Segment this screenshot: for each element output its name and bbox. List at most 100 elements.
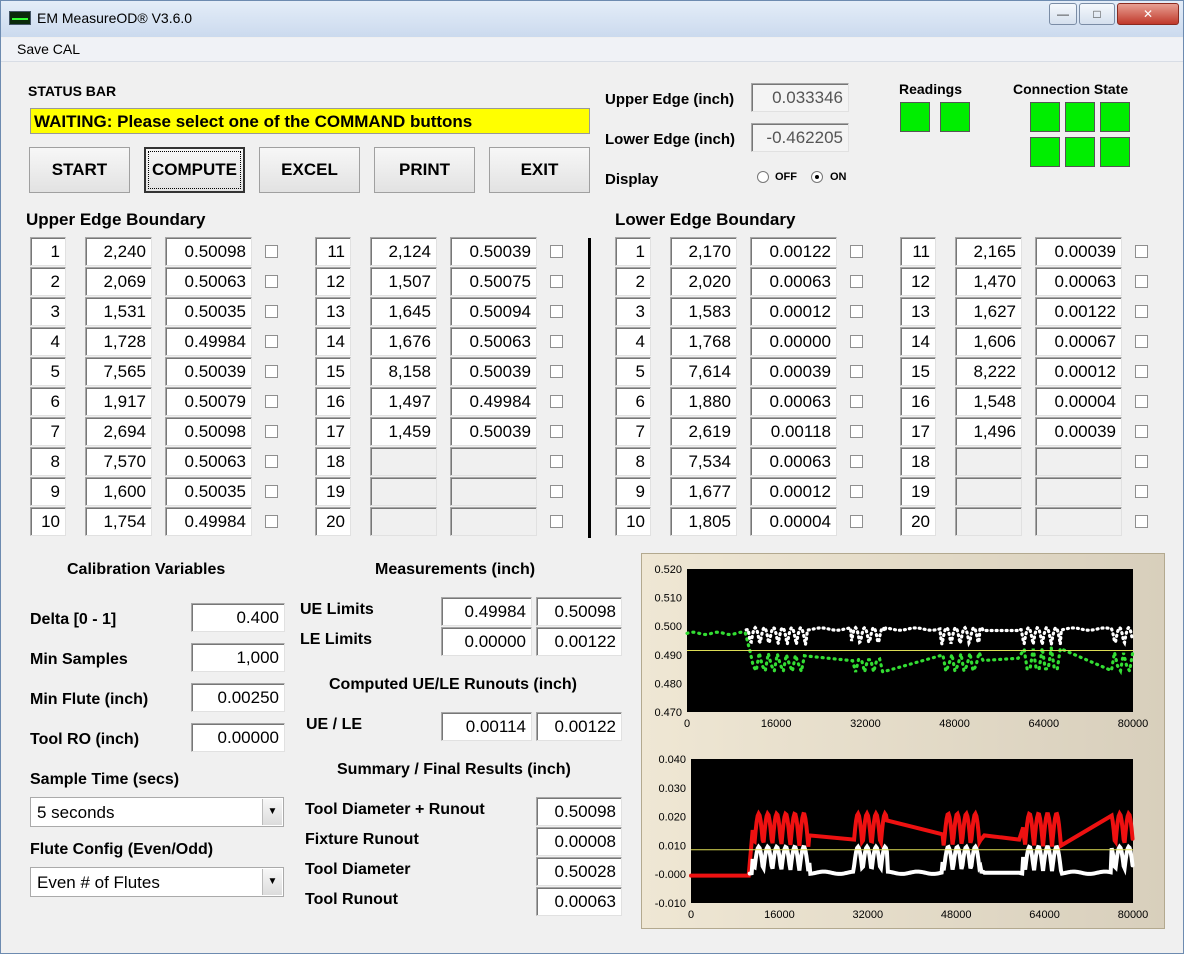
- lower-boundary-row-checkbox[interactable]: [850, 395, 863, 408]
- lower-boundary-row-checkbox[interactable]: [1135, 485, 1148, 498]
- lower-boundary-row-checkbox[interactable]: [1135, 395, 1148, 408]
- upper-boundary-row-checkbox[interactable]: [550, 275, 563, 288]
- lower-boundary-index-cell: 3: [615, 297, 651, 326]
- upper-boundary-row-checkbox[interactable]: [265, 245, 278, 258]
- flute-config-value: Even # of Flutes: [37, 873, 160, 892]
- lower-boundary-row-checkbox[interactable]: [850, 485, 863, 498]
- lower-boundary-index-cell: 17: [900, 417, 936, 446]
- compute-button[interactable]: COMPUTE: [144, 147, 245, 193]
- lower-boundary-row-checkbox[interactable]: [850, 365, 863, 378]
- upper-boundary-row-checkbox[interactable]: [550, 485, 563, 498]
- flute-config-select[interactable]: Even # of Flutes ▼: [30, 867, 284, 897]
- y-tick-label: 0.480: [654, 678, 682, 690]
- lower-boundary-row-checkbox[interactable]: [850, 515, 863, 528]
- lower-boundary-value-cell: 0.00039: [750, 357, 837, 386]
- exit-button[interactable]: EXIT: [489, 147, 590, 193]
- connection-led: [1065, 137, 1095, 167]
- lower-boundary-value-cell: 0.00004: [750, 507, 837, 536]
- upper-boundary-row-checkbox[interactable]: [265, 275, 278, 288]
- lower-boundary-row-checkbox[interactable]: [1135, 515, 1148, 528]
- lower-boundary-index-cell: 7: [615, 417, 651, 446]
- print-button[interactable]: PRINT: [374, 147, 475, 193]
- upper-boundary-row-checkbox[interactable]: [265, 335, 278, 348]
- upper-boundary-row-checkbox[interactable]: [265, 365, 278, 378]
- lower-boundary-row-checkbox[interactable]: [850, 455, 863, 468]
- min-samples-input[interactable]: 1,000: [191, 643, 285, 672]
- upper-boundary-row-checkbox[interactable]: [265, 485, 278, 498]
- upper-boundary-row-checkbox[interactable]: [265, 455, 278, 468]
- upper-boundary-row-checkbox[interactable]: [550, 395, 563, 408]
- lower-boundary-row-checkbox[interactable]: [1135, 245, 1148, 258]
- display-off-radio[interactable]: [757, 171, 769, 183]
- lower-boundary-count-cell: [955, 507, 1022, 536]
- lower-boundary-row-checkbox[interactable]: [1135, 275, 1148, 288]
- lower-boundary-row-checkbox[interactable]: [850, 305, 863, 318]
- title-bar[interactable]: EM MeasureOD® V3.6.0 — □ ✕: [1, 1, 1183, 37]
- plot-area: [687, 569, 1133, 712]
- upper-boundary-row-checkbox[interactable]: [265, 515, 278, 528]
- upper-boundary-row-checkbox[interactable]: [550, 335, 563, 348]
- upper-edge-label: Upper Edge (inch): [605, 91, 735, 108]
- upper-boundary-value-cell: 0.50063: [165, 447, 252, 476]
- lower-boundary-value-cell: 0.00000: [750, 327, 837, 356]
- y-tick-label: 0.040: [658, 754, 686, 766]
- lower-boundary-row-checkbox[interactable]: [1135, 335, 1148, 348]
- lower-boundary-value-cell: 0.00039: [1035, 417, 1122, 446]
- chevron-down-icon[interactable]: ▼: [262, 869, 282, 895]
- sample-time-select[interactable]: 5 seconds ▼: [30, 797, 284, 827]
- readings-label: Readings: [899, 81, 963, 97]
- lower-boundary-row-checkbox[interactable]: [1135, 365, 1148, 378]
- chevron-down-icon[interactable]: ▼: [262, 799, 282, 825]
- minimize-button[interactable]: —: [1049, 3, 1077, 25]
- maximize-button[interactable]: □: [1079, 3, 1115, 25]
- upper-boundary-count-cell: [370, 447, 437, 476]
- lower-boundary-row-checkbox[interactable]: [850, 335, 863, 348]
- measurements-label: Measurements (inch): [375, 561, 536, 578]
- close-button[interactable]: ✕: [1117, 3, 1179, 25]
- lower-boundary-row-checkbox[interactable]: [1135, 425, 1148, 438]
- y-tick-label: -0.010: [655, 898, 686, 910]
- upper-boundary-row-checkbox[interactable]: [265, 305, 278, 318]
- upper-boundary-index-cell: 17: [315, 417, 351, 446]
- calibration-variables-label: Calibration Variables: [67, 561, 226, 578]
- upper-boundary-row-checkbox[interactable]: [550, 425, 563, 438]
- min-flute-input[interactable]: 0.00250: [191, 683, 285, 712]
- lower-boundary-index-cell: 11: [900, 237, 936, 266]
- upper-boundary-row-checkbox[interactable]: [550, 455, 563, 468]
- upper-boundary-row-checkbox[interactable]: [550, 305, 563, 318]
- y-tick-label: 0.010: [658, 840, 686, 852]
- tool-ro-input[interactable]: 0.00000: [191, 723, 285, 752]
- ue-limit-max: 0.50098: [536, 597, 622, 626]
- upper-boundary-index-cell: 4: [30, 327, 66, 356]
- upper-boundary-row-checkbox[interactable]: [550, 515, 563, 528]
- edge-charts: 0.5200.5100.5000.4900.4800.4700 16000 3200…: [654, 564, 1148, 921]
- lower-boundary-row-checkbox[interactable]: [1135, 305, 1148, 318]
- lower-boundary-row-checkbox[interactable]: [850, 245, 863, 258]
- le-limit-min: 0.00000: [441, 627, 532, 656]
- connection-led: [1065, 102, 1095, 132]
- x-tick-label: 64000: [1029, 718, 1060, 730]
- x-tick-label: 16000: [761, 718, 792, 730]
- upper-boundary-row-checkbox[interactable]: [265, 425, 278, 438]
- delta-input[interactable]: 0.400: [191, 603, 285, 632]
- upper-boundary-index-cell: 19: [315, 477, 351, 506]
- menu-save-cal[interactable]: Save CAL: [17, 41, 80, 57]
- x-tick-label: 0: [684, 718, 690, 730]
- lower-boundary-count-cell: 1,583: [670, 297, 737, 326]
- lower-boundary-row-checkbox[interactable]: [850, 425, 863, 438]
- start-button[interactable]: START: [29, 147, 130, 193]
- upper-boundary-row-checkbox[interactable]: [265, 395, 278, 408]
- boundary-divider: [588, 238, 591, 538]
- upper-boundary-row-checkbox[interactable]: [550, 365, 563, 378]
- excel-button[interactable]: EXCEL: [259, 147, 360, 193]
- upper-boundary-row-checkbox[interactable]: [550, 245, 563, 258]
- lower-boundary-count-cell: 2,165: [955, 237, 1022, 266]
- lower-boundary-row-checkbox[interactable]: [1135, 455, 1148, 468]
- lower-boundary-value-cell: [1035, 447, 1122, 476]
- display-on-radio[interactable]: [811, 171, 823, 183]
- lower-boundary-count-cell: 1,606: [955, 327, 1022, 356]
- upper-boundary-value-cell: 0.50063: [165, 267, 252, 296]
- lower-boundary-row-checkbox[interactable]: [850, 275, 863, 288]
- ue-le-label: UE / LE: [306, 716, 363, 733]
- upper-boundary-value-cell: 0.50094: [450, 297, 537, 326]
